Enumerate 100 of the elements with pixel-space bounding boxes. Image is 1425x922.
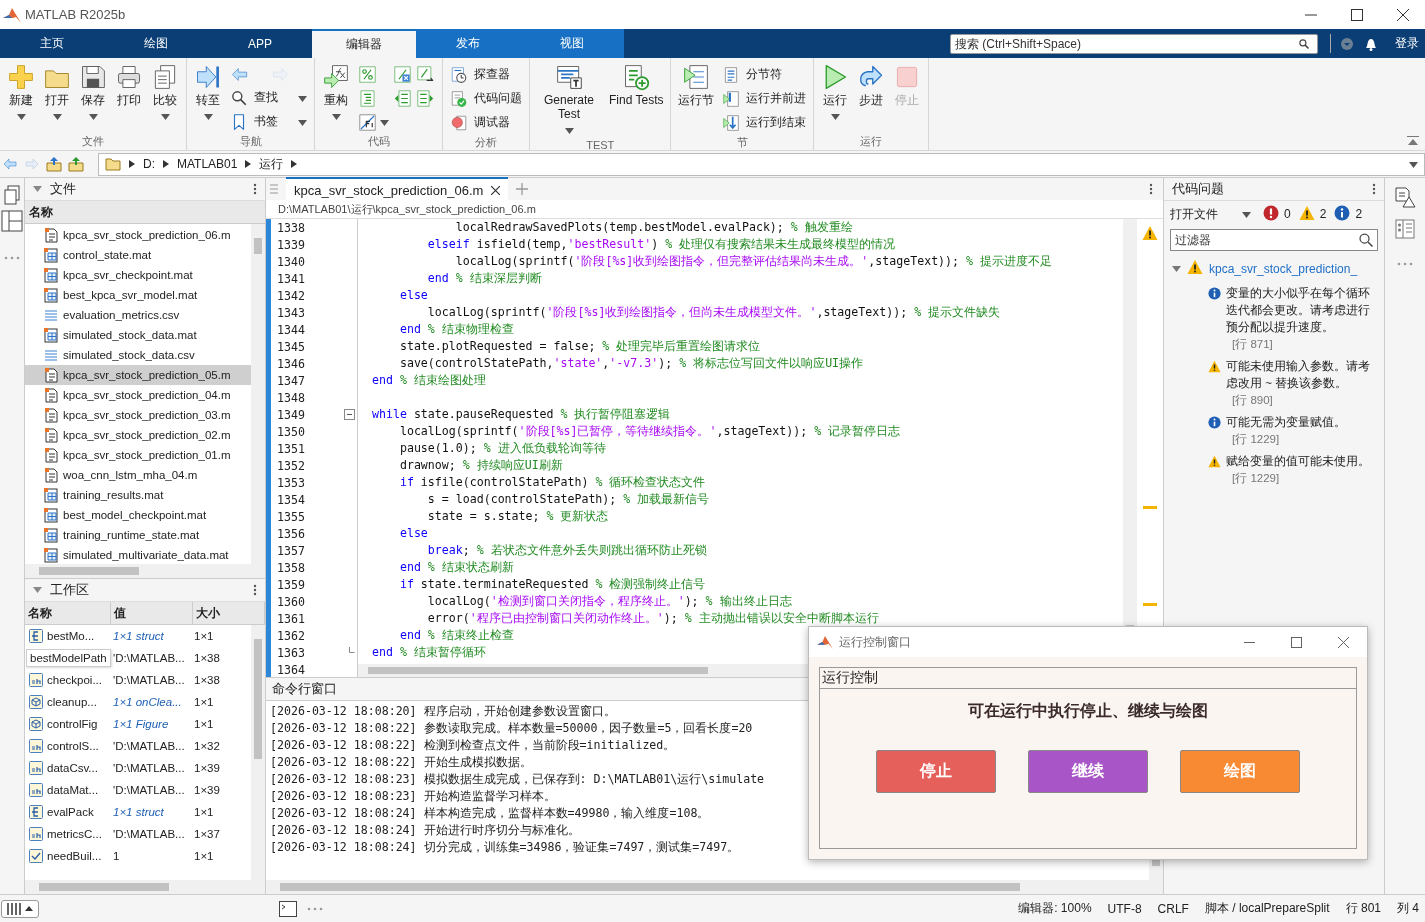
issue-message[interactable]: 可能无需为变量赋值。 [行 1229]	[1226, 414, 1374, 448]
generate-test-button[interactable]: Generate Test	[534, 62, 604, 138]
path-segment[interactable]: 运行	[259, 155, 284, 173]
terminal-icon[interactable]	[279, 900, 297, 917]
filter-field[interactable]: 过滤器	[1170, 229, 1378, 251]
document-list-icon[interactable]	[1394, 218, 1416, 240]
decrease-indent-button[interactable]	[393, 88, 412, 108]
issue-message[interactable]: 变量的大小似乎在每个循环迭代都会更改。请考虑进行预分配以提升速度。 [行 871]	[1226, 285, 1374, 353]
more-vertical-icon[interactable]	[1149, 183, 1153, 195]
ribbon-tab[interactable]: 主页	[0, 29, 104, 58]
file-item[interactable]: woa_cnn_lstm_mha_04.m	[25, 465, 251, 485]
file-item[interactable]: simulated_multivariate_data.mat	[25, 545, 251, 564]
browse-folder-icon[interactable]	[68, 156, 84, 172]
collapse-arrow-icon[interactable]	[33, 587, 42, 593]
find-tests-button[interactable]: Find Tests	[606, 62, 667, 138]
issue-message[interactable]: 可能未使用输入参数。请考虑改用 ~ 替换该参数。 [行 890]	[1226, 358, 1374, 409]
close-icon[interactable]	[1338, 636, 1349, 648]
increase-indent-button[interactable]	[416, 88, 435, 108]
issue-message[interactable]: 赋给变量的值可能未使用。 [行 1229]	[1226, 453, 1374, 487]
column-header[interactable]: 名称	[25, 602, 111, 624]
file-item[interactable]: best_kpca_svr_model.mat	[25, 285, 251, 305]
variable-name[interactable]: controlS...	[47, 740, 99, 752]
run-to-end-button[interactable]: 运行到结束	[722, 112, 807, 133]
file-item[interactable]: training_runtime_state.mat	[25, 525, 251, 545]
layout-grid-icon[interactable]	[1, 210, 23, 232]
variable-name[interactable]: checkpoi...	[47, 674, 102, 686]
print-button[interactable]: 打印	[112, 62, 146, 134]
address-field[interactable]: D: MATLAB01 运行	[98, 152, 1425, 176]
variable-name[interactable]: needBuil...	[47, 850, 102, 862]
variable-name[interactable]: evalPack	[47, 806, 94, 818]
variable-name[interactable]: bestMo...	[47, 630, 95, 642]
profiler-button[interactable]: 探查器	[450, 64, 522, 85]
column-header[interactable]: 值	[111, 602, 193, 624]
new-button[interactable]: 新建	[4, 62, 38, 134]
file-item[interactable]: kpca_svr_stock_prediction_05.m	[25, 365, 251, 385]
ribbon-tab[interactable]: 编辑器	[312, 29, 416, 58]
scrollbar[interactable]	[251, 625, 265, 880]
more-vertical-icon[interactable]	[253, 183, 257, 195]
variable-name[interactable]: cleanup...	[47, 696, 97, 708]
path-segment[interactable]: D:	[143, 157, 155, 171]
path-segment[interactable]: MATLAB01	[177, 157, 238, 171]
close-icon[interactable]	[1397, 8, 1409, 21]
file-item[interactable]: kpca_svr_stock_prediction_03.m	[25, 405, 251, 425]
file-item[interactable]: kpca_svr_stock_prediction_02.m	[25, 425, 251, 445]
variable-name[interactable]: dataCsv...	[47, 762, 98, 774]
ribbon-tab[interactable]: APP	[208, 29, 312, 58]
debugger-button[interactable]: 调试器	[450, 112, 522, 133]
collapse-arrow-icon[interactable]	[33, 186, 42, 192]
ribbon-tab[interactable]: 发布	[416, 29, 520, 58]
folder-up-icon[interactable]	[46, 156, 62, 172]
variable-name[interactable]: dataMat...	[47, 784, 99, 796]
collapse-icon[interactable]	[1407, 136, 1419, 146]
scrollbar[interactable]	[25, 880, 265, 894]
maximize-icon[interactable]	[1291, 636, 1302, 648]
file-item[interactable]: simulated_stock_data.mat	[25, 325, 251, 345]
compare-button[interactable]: 比较	[148, 62, 182, 134]
save-button[interactable]: 保存	[76, 62, 110, 134]
editor-tab[interactable]: kpca_svr_stock_prediction_06.m	[286, 177, 509, 201]
file-item[interactable]: kpca_svr_stock_prediction_06.m	[25, 225, 251, 245]
open-button[interactable]: 打开	[40, 62, 74, 134]
file-item[interactable]: control_state.mat	[25, 245, 251, 265]
file-item[interactable]: best_model_checkpoint.mat	[25, 505, 251, 525]
file-link[interactable]: kpca_svr_stock_prediction_	[1209, 261, 1358, 276]
refactor-button[interactable]: 重构	[319, 62, 353, 134]
dropdown-circle-icon[interactable]	[1341, 37, 1353, 50]
more-vertical-icon[interactable]	[1372, 183, 1376, 195]
ribbon-tab[interactable]: 视图	[520, 29, 624, 58]
bookmark-button[interactable]: 书签	[230, 111, 307, 132]
add-tab-icon[interactable]	[516, 183, 529, 195]
search-field[interactable]: 搜索 (Ctrl+Shift+Space)	[950, 33, 1318, 54]
find-button[interactable]: 查找	[230, 87, 307, 108]
maximize-icon[interactable]	[1351, 8, 1363, 21]
more-icon[interactable]	[1397, 262, 1413, 266]
more-vertical-icon[interactable]	[253, 584, 257, 596]
collapse-box-icon[interactable]	[344, 409, 355, 420]
fixed-point-button[interactable]	[358, 112, 389, 132]
scrollbar[interactable]	[25, 564, 265, 578]
action-button[interactable]: 继续	[1028, 750, 1148, 793]
file-item[interactable]: evaluation_metrics.csv	[25, 305, 251, 325]
column-header[interactable]: 名称	[25, 203, 53, 221]
variable-name[interactable]: controlFig	[47, 718, 98, 730]
uncomment-button[interactable]	[393, 64, 412, 84]
more-icon[interactable]	[4, 256, 20, 260]
file-item[interactable]: training_results.mat	[25, 485, 251, 505]
variable-name[interactable]: metricsC...	[47, 828, 102, 840]
code-issues-button[interactable]: 代码问题	[450, 88, 522, 109]
scrollbar[interactable]	[266, 880, 1163, 894]
file-item[interactable]: kpca_svr_checkpoint.mat	[25, 265, 251, 285]
file-item[interactable]: simulated_stock_data.csv	[25, 345, 251, 365]
close-icon[interactable]	[491, 185, 501, 195]
scope-dropdown[interactable]: 打开文件	[1170, 205, 1251, 223]
file-item[interactable]: kpca_svr_stock_prediction_01.m	[25, 445, 251, 465]
run-and-advance-button[interactable]: 运行并前进	[722, 88, 807, 109]
layout-button[interactable]	[1, 899, 39, 918]
section-break-button[interactable]: 分节符	[722, 64, 807, 85]
documents-icon[interactable]	[1, 184, 23, 206]
step-button[interactable]: 步进	[854, 62, 889, 134]
more-icon[interactable]	[307, 906, 323, 911]
document-warning-icon[interactable]	[1394, 186, 1416, 208]
ribbon-tab[interactable]: 绘图	[104, 29, 208, 58]
